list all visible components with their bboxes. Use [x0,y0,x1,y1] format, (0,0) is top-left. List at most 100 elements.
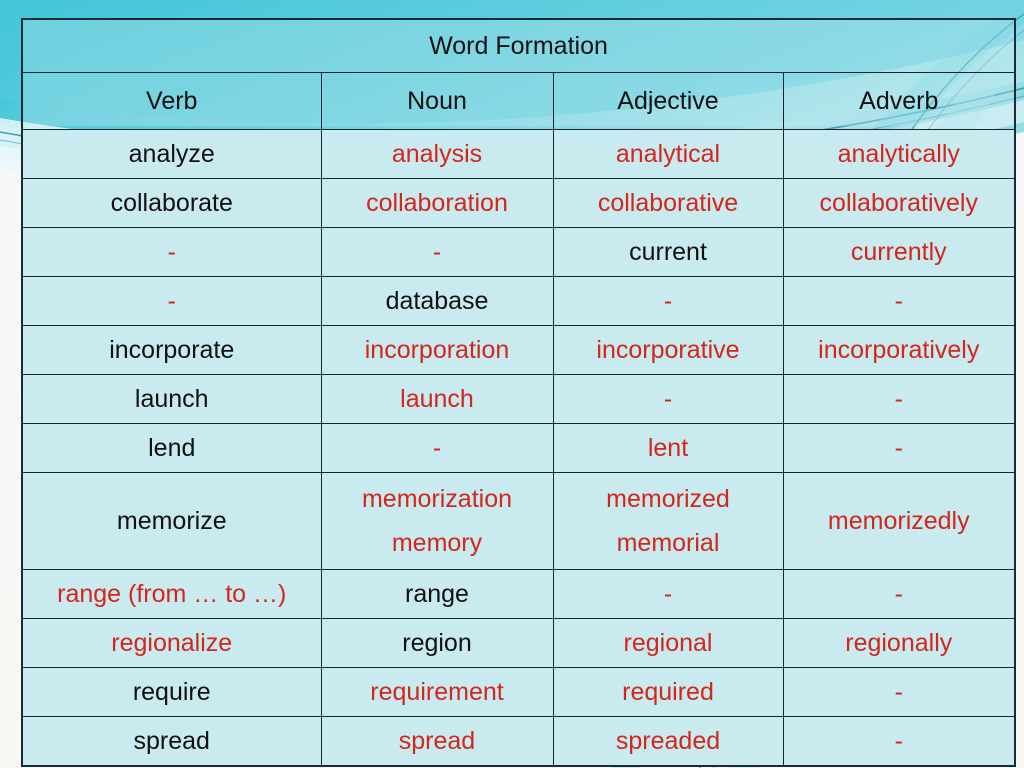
table-row: regionalize region regional regionally [21,618,1016,668]
cell-noun: memorization memory [320,472,554,570]
cell-noun: database [320,276,554,326]
cell-text: launch [134,385,209,413]
cell-text: currently [850,238,947,266]
table-row: launch launch - - [21,374,1016,424]
cell-adverb: memorizedly [782,472,1016,570]
column-header-adjective: Adjective [552,72,784,130]
column-header-noun: Noun [320,72,554,130]
cell-verb: launch [21,374,322,424]
table-row: memorize memorization memory memorized memor… [21,472,1016,570]
cell-text: analysis [391,140,483,168]
cell-verb: analyze [21,129,322,179]
cell-adjective: incorporative [552,325,784,375]
cell-text: launch [400,385,474,413]
word-formation-table: Word Formation Verb Noun Adjective Adver… [21,18,1017,767]
cell-adverb: collaboratively [782,178,1016,228]
cell-text: incorporative [596,336,740,364]
cell-text: collaboration [366,189,508,217]
cell-adjective: regional [552,618,784,668]
table-row: - database - - [21,276,1016,326]
cell-adjective: - [552,374,784,424]
cell-text: analytically [837,140,960,168]
cell-adjective: current [552,227,784,277]
cell-text: - [663,287,673,315]
cell-text: - [894,580,903,608]
cell-adjective: memorized memorial [552,472,784,570]
cell-text: - [663,385,673,413]
cell-verb: range (from … to …) [21,569,322,619]
cell-adjective: collaborative [552,178,784,228]
cell-noun: collaboration [320,178,554,228]
cell-text: lend [148,434,196,462]
cell-text: collaboratively [819,189,978,217]
slide-canvas: Word Formation Verb Noun Adjective Adver… [0,0,1024,768]
cell-adjective: spreaded [552,716,784,767]
table-row: range (from … to …) range - - [21,569,1016,619]
cell-text: incorporation [364,336,510,364]
column-header-adverb: Adverb [782,72,1016,130]
cell-text-secondary: memory [391,529,483,557]
cell-verb: - [21,276,322,326]
cell-noun: range [320,569,554,619]
cell-verb: lend [21,423,322,473]
cell-adverb: - [782,569,1016,619]
cell-text: spread [133,727,210,755]
word-formation-table-container: Word Formation Verb Noun Adjective Adver… [21,18,1017,767]
cell-verb: spread [21,716,322,767]
cell-adverb: - [782,374,1016,424]
cell-text: - [432,434,442,462]
cell-text: - [432,238,442,266]
cell-text: spread [398,727,476,755]
cell-adverb: - [782,716,1016,767]
cell-adjective: required [552,667,784,717]
cell-text: spreaded [615,727,721,755]
cell-text: - [167,287,176,315]
cell-text: - [894,727,903,755]
cell-noun: requirement [320,667,554,717]
cell-text: regionally [845,629,953,657]
cell-text: incorporate [109,336,235,364]
table-row: lend - lent - [21,423,1016,473]
cell-text: requirement [370,678,504,706]
cell-verb: incorporate [21,325,322,375]
cell-adjective: analytical [552,129,784,179]
table-row: spread spread spreaded - [21,716,1016,767]
cell-adverb: currently [782,227,1016,277]
cell-text: regional [623,629,713,657]
page-title: Word Formation [21,18,1016,73]
cell-adverb: - [782,423,1016,473]
cell-adverb: - [782,276,1016,326]
cell-text: lent [647,434,689,462]
cell-noun: spread [320,716,554,767]
cell-text: - [894,287,903,315]
cell-verb: collaborate [21,178,322,228]
cell-adverb: incorporatively [782,325,1016,375]
cell-verb: require [21,667,322,717]
cell-text: region [402,629,472,657]
cell-noun: launch [320,374,554,424]
cell-text: collaborate [110,189,233,217]
cell-text: required [622,678,714,706]
cell-noun: incorporation [320,325,554,375]
cell-adverb: analytically [782,129,1016,179]
cell-text: - [894,385,903,413]
cell-text: - [663,580,673,608]
cell-text: database [385,287,489,315]
cell-text: - [167,238,176,266]
table-row: collaborate collaboration collaborative col… [21,178,1016,228]
cell-text: regionalize [111,629,233,657]
cell-text: incorporatively [818,336,980,364]
column-header-verb: Verb [21,72,322,130]
cell-text: memorized [606,485,730,513]
cell-text: range (from … to …) [57,580,287,608]
cell-text: memorization [361,485,513,513]
cell-text: analyze [128,140,215,168]
cell-noun: - [320,423,554,473]
cell-text: range [405,580,469,608]
cell-text-secondary: memorial [616,529,720,557]
cell-adjective: - [552,569,784,619]
table-row: analyze analysis analytical analytically [21,129,1016,179]
table-row: incorporate incorporation incorporative inc… [21,325,1016,375]
cell-verb: - [21,227,322,277]
cell-verb: regionalize [21,618,322,668]
